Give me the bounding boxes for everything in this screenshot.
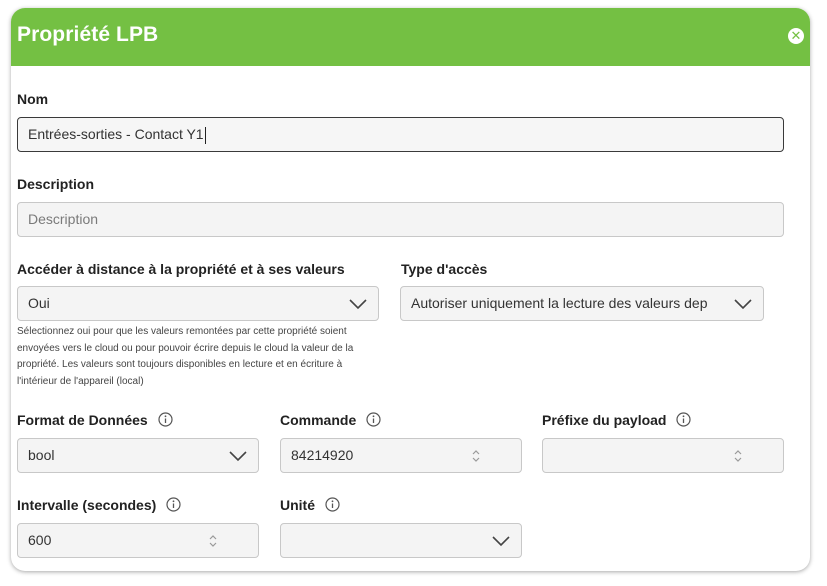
description-input[interactable]: Description [17,202,784,237]
spinner-arrows-icon[interactable] [208,534,218,548]
chevron-down-icon [734,299,752,310]
dialog-header: Propriété LPB ✕ [11,8,810,66]
remote-access-select[interactable]: Oui [17,286,379,321]
description-placeholder: Description [28,211,99,227]
name-label: Nom [17,91,49,107]
remote-access-label: Accéder à distance à la propriété et à s… [17,261,345,277]
data-format-label-text: Format de Données [17,412,148,428]
unit-label-text: Unité [280,497,315,513]
payload-prefix-input[interactable] [542,438,784,473]
spinner-arrows-icon[interactable] [471,449,481,463]
info-icon[interactable] [325,497,340,512]
name-input[interactable]: Entrées-sorties - Contact Y1 [17,117,784,152]
info-icon[interactable] [157,412,173,427]
access-type-select[interactable]: Autoriser uniquement la lecture des vale… [400,286,764,321]
command-label-text: Commande [280,412,357,428]
command-input[interactable]: 84214920 [280,438,522,473]
access-type-label: Type d'accès [401,261,488,277]
spinner-arrows-icon[interactable] [733,449,743,463]
payload-prefix-label: Préfixe du payload [542,412,691,428]
interval-value: 600 [28,532,52,548]
unit-select[interactable] [280,523,522,558]
chevron-down-icon [492,536,510,547]
remote-access-value: Oui [28,295,50,311]
chevron-down-icon [349,299,367,310]
text-cursor [204,126,206,144]
data-format-label: Format de Données [17,412,173,428]
chevron-down-icon [229,451,247,462]
close-icon[interactable]: ✕ [788,28,804,44]
data-format-value: bool [28,447,55,463]
info-icon[interactable] [166,497,181,512]
property-dialog: Propriété LPB ✕ Nom Entrées-sorties - Co… [11,8,810,571]
data-format-select[interactable]: bool [17,438,259,473]
name-input-value: Entrées-sorties - Contact Y1 [28,126,204,142]
command-value: 84214920 [291,447,354,463]
dialog-title: Propriété LPB [17,23,159,46]
command-label: Commande [280,412,381,428]
description-label: Description [17,176,95,192]
interval-input[interactable]: 600 [17,523,259,558]
info-icon[interactable] [676,412,691,427]
payload-prefix-label-text: Préfixe du payload [542,412,667,428]
interval-label-text: Intervalle (secondes) [17,497,157,513]
access-type-value: Autoriser uniquement la lecture des vale… [411,295,708,311]
info-icon[interactable] [366,412,381,427]
remote-access-help: Sélectionnez oui pour que les valeurs re… [17,326,354,387]
interval-label: Intervalle (secondes) [17,497,181,513]
unit-label: Unité [280,497,340,513]
